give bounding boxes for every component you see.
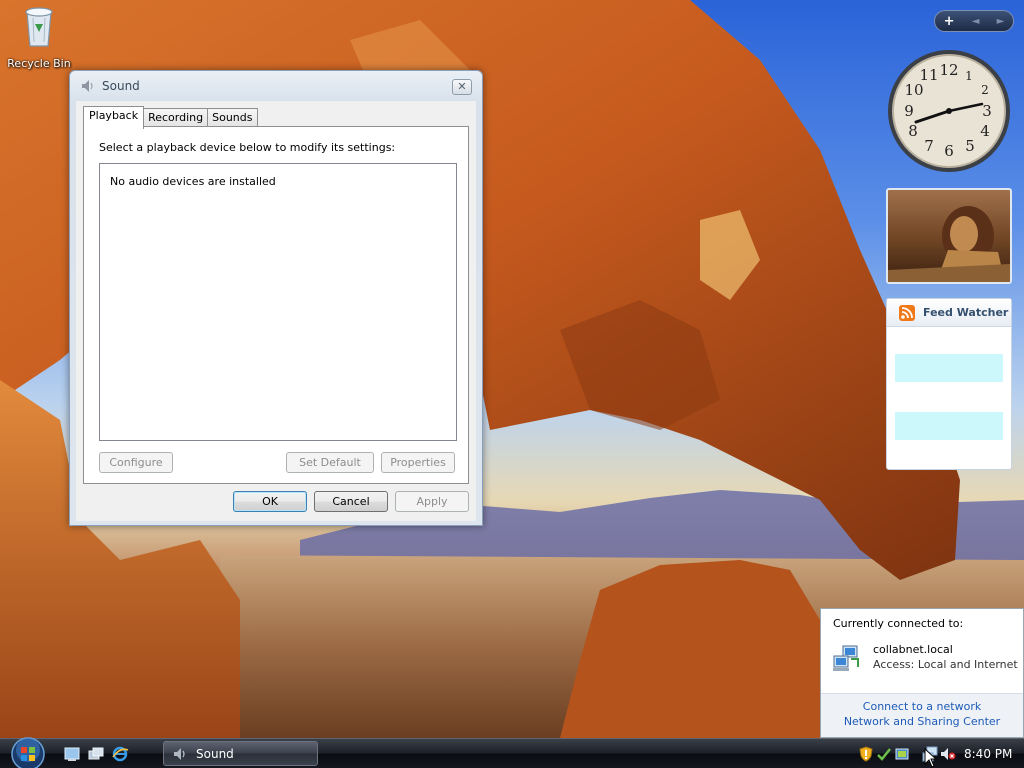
clock-numeral-5: 5 [965,137,975,155]
rss-icon [899,304,915,321]
taskbar-button-label: Sound [196,746,234,761]
sidebar-gadget-toolbar: + ◄ ► [934,10,1014,32]
lion-photo [888,206,1010,282]
clock-numeral-8: 8 [908,122,918,140]
instruction-text: Select a playback device below to modify… [99,141,396,154]
clock-numeral-4: 4 [980,122,990,140]
tab-playback[interactable]: Playback [83,106,145,129]
security-shield-icon[interactable] [858,746,874,762]
cancel-button[interactable]: Cancel [314,491,388,512]
ok-button[interactable]: OK [233,491,307,512]
show-desktop-icon[interactable] [63,745,81,763]
add-gadget-button[interactable]: + [944,14,955,29]
next-gadgets-button[interactable]: ► [997,16,1005,27]
network-access: Access: Local and Internet [873,658,1018,671]
set-default-button[interactable]: Set Default [286,452,374,473]
speaker-icon [174,747,185,760]
network-connection-info: Currently connected to: collabnet.local … [821,609,1023,693]
clock-numeral-12: 12 [939,61,958,79]
taskbar: Sound 8:40 PM [0,736,1024,768]
playback-panel: Select a playback device below to modify… [83,126,469,484]
feed-item[interactable] [895,383,1003,411]
feed-watcher-gadget[interactable]: Feed Watcher [886,298,1012,470]
clock-numeral-1: 1 [965,69,973,83]
recycle-bin-shortcut[interactable]: Recycle Bin [4,2,74,70]
close-icon: ✕ [457,80,467,93]
configure-button[interactable]: Configure [99,452,173,473]
tab-recording[interactable]: Recording [143,108,209,128]
volume-muted-icon[interactable] [940,746,956,762]
taskbar-button-sound[interactable]: Sound [163,741,318,766]
dialog-client-area: Playback Recording Sounds Select a playb… [76,101,476,521]
network-status-popup: Currently connected to: collabnet.local … [820,608,1024,738]
internet-explorer-icon[interactable] [111,745,129,763]
speaker-icon [82,80,93,92]
clock-numeral-7: 7 [924,137,934,155]
clock-numeral-2: 2 [981,83,989,97]
network-sharing-center-link[interactable]: Network and Sharing Center [821,714,1023,729]
dialog-titlebar[interactable]: Sound ✕ [70,71,482,101]
recycle-bin-icon [25,7,53,47]
recycle-bin-label: Recycle Bin [7,57,71,70]
tab-sounds[interactable]: Sounds [207,108,258,128]
network-name: collabnet.local [873,643,953,656]
update-check-icon[interactable] [876,746,892,762]
feed-item[interactable] [895,412,1003,440]
clock-gadget[interactable]: 12 1 2 3 4 5 6 7 8 9 10 11 [886,48,1012,174]
properties-button[interactable]: Properties [381,452,455,473]
previous-gadgets-button[interactable]: ◄ [972,16,980,27]
no-devices-message: No audio devices are installed [110,175,276,188]
connect-to-network-link[interactable]: Connect to a network [821,699,1023,714]
device-status-icon[interactable] [894,746,910,762]
taskbar-clock[interactable]: 8:40 PM [964,747,1012,761]
feed-item[interactable] [895,354,1003,382]
slideshow-gadget[interactable] [886,188,1012,284]
clock-numeral-11: 11 [919,66,938,84]
clock-numeral-3: 3 [982,102,992,120]
start-button[interactable] [6,736,50,768]
dialog-title: Sound [102,79,140,93]
feed-header: Feed Watcher [887,299,1011,327]
switch-windows-icon[interactable] [87,745,105,763]
clock-numeral-9: 9 [904,102,914,120]
connected-heading: Currently connected to: [833,617,964,630]
network-computers-icon [833,645,859,671]
close-button[interactable]: ✕ [452,79,472,95]
clock-numeral-6: 6 [944,142,954,160]
sound-dialog: Sound ✕ Playback Recording Sounds Select… [69,70,483,526]
playback-device-list[interactable]: No audio devices are installed [99,163,457,441]
mouse-cursor-icon [924,748,938,768]
feed-title: Feed Watcher [923,306,1009,319]
apply-button[interactable]: Apply [395,491,469,512]
network-links: Connect to a network Network and Sharing… [821,693,1023,737]
